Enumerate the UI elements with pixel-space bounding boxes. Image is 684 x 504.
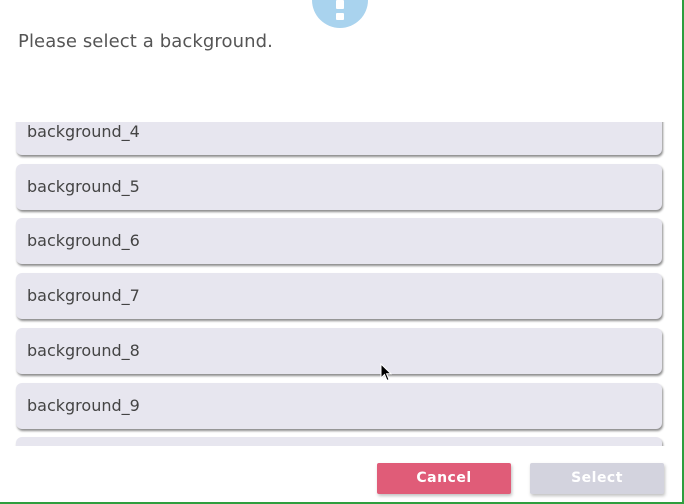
alert-icon <box>312 0 368 28</box>
background-list-item[interactable] <box>16 437 662 446</box>
background-list-item-label: background_4 <box>27 122 140 141</box>
background-list-item[interactable]: background_6 <box>16 218 662 265</box>
background-list-item-label: background_7 <box>27 286 140 306</box>
background-list-item[interactable]: background_9 <box>16 382 662 429</box>
background-list-item[interactable]: background_4 <box>16 122 662 155</box>
alert-icon-bar <box>336 0 344 9</box>
alert-icon-dot <box>336 13 344 20</box>
background-list[interactable]: background_4 background_5 background_6back… <box>14 122 668 446</box>
background-list-item[interactable]: background_7 <box>16 273 662 320</box>
background-select-dialog: Please select a background. background_4… <box>0 0 684 504</box>
background-list-item[interactable]: background_5 <box>16 163 662 210</box>
background-list-item-label: background_9 <box>27 395 140 415</box>
background-list-item-label: background_5 <box>27 176 140 196</box>
dialog-prompt: Please select a background. <box>18 31 273 52</box>
background-list-item-label: background_6 <box>27 231 140 251</box>
background-list-item[interactable]: background_8 <box>16 327 662 374</box>
background-list-item-label: background_8 <box>27 340 140 360</box>
cancel-button[interactable]: Cancel <box>377 463 511 494</box>
select-button[interactable]: Select <box>530 463 664 494</box>
mouse-pointer-icon <box>380 363 392 382</box>
